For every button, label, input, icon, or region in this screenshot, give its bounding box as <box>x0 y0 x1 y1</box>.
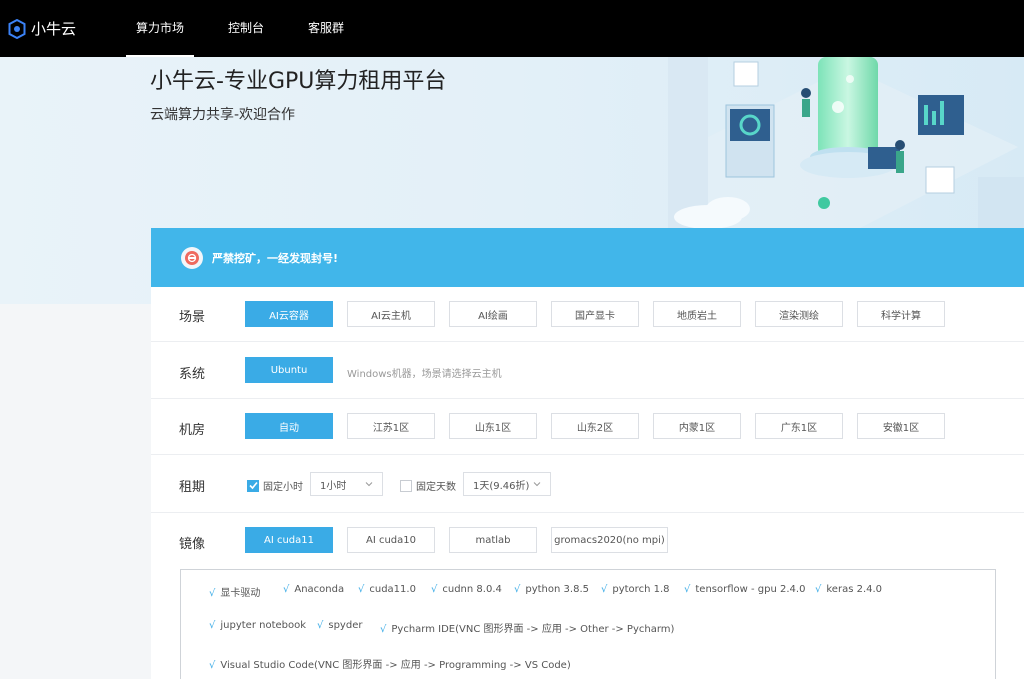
room-option-neimeng-1[interactable]: 内蒙1区 <box>653 413 741 439</box>
notice-bar: 严禁挖矿，一经发现封号! <box>151 228 1024 287</box>
scene-option-ai-container[interactable]: AI云容器 <box>245 301 333 327</box>
scene-option-ai-painting[interactable]: AI绘画 <box>449 301 537 327</box>
divider <box>151 398 1024 399</box>
software-item: √ cudnn 8.0.4 <box>431 584 502 595</box>
daily-label: 固定天数 <box>416 482 456 493</box>
config-card: 严禁挖矿，一经发现封号! 场景 AI云容器 AI云主机 AI绘画 国产显卡 地质… <box>151 228 1024 679</box>
software-item: √ cuda11.0 <box>358 584 416 595</box>
checkbox-empty-icon <box>400 479 412 492</box>
check-icon: √ <box>684 584 691 595</box>
brand-logo[interactable]: 小牛云 <box>8 18 76 39</box>
hourly-label: 固定小时 <box>263 482 303 493</box>
nav-console[interactable]: 控制台 <box>228 0 264 57</box>
check-icon: √ <box>209 588 216 599</box>
image-label: 镜像 <box>179 537 206 552</box>
daily-select[interactable]: 1天(9.46折) <box>463 472 551 496</box>
check-icon: √ <box>601 584 608 595</box>
daily-value: 1天(9.46折) <box>473 480 530 492</box>
check-icon: √ <box>317 620 324 631</box>
chevron-down-icon <box>365 482 373 487</box>
check-icon: √ <box>431 584 438 595</box>
scene-option-domestic-gpu[interactable]: 国产显卡 <box>551 301 639 327</box>
datacenter-illustration <box>668 57 1024 229</box>
software-item: √ spyder <box>317 620 363 631</box>
software-item: √ Visual Studio Code(VNC 图形界面 -> 应用 -> Pr… <box>209 660 571 671</box>
software-item: √ keras 2.4.0 <box>815 584 883 595</box>
room-label: 机房 <box>179 423 206 438</box>
system-label: 系统 <box>179 367 206 382</box>
check-icon: √ <box>209 660 216 671</box>
check-icon: √ <box>514 584 521 595</box>
daily-checkbox[interactable]: 固定天数 <box>400 478 456 493</box>
software-item: √ 显卡驱动 <box>209 588 261 599</box>
room-option-shandong-1[interactable]: 山东1区 <box>449 413 537 439</box>
room-option-guangdong-1[interactable]: 广东1区 <box>755 413 843 439</box>
room-option-jiangsu-1[interactable]: 江苏1区 <box>347 413 435 439</box>
image-option-gromacs[interactable]: gromacs2020(no mpi) <box>551 527 668 553</box>
scene-option-render-survey[interactable]: 渲染测绘 <box>755 301 843 327</box>
divider <box>151 454 1024 455</box>
divider <box>151 512 1024 513</box>
warning-icon <box>181 246 203 269</box>
software-list: √ 显卡驱动 √ Anaconda √ cuda11.0 √ cudnn 8.0.4 √… <box>180 569 996 679</box>
nav-compute-market[interactable]: 算力市场 <box>126 0 195 57</box>
software-item: √ Anaconda <box>283 584 345 595</box>
software-item: √ pytorch 1.8 <box>601 584 670 595</box>
scene-option-geotech[interactable]: 地质岩土 <box>653 301 741 327</box>
check-icon: √ <box>815 584 822 595</box>
divider <box>151 341 1024 342</box>
hourly-select[interactable]: 1小时 <box>310 472 383 496</box>
software-item: √ python 3.8.5 <box>514 584 589 595</box>
system-option-ubuntu[interactable]: Ubuntu <box>245 357 333 383</box>
notice-text: 严禁挖矿，一经发现封号! <box>212 251 339 265</box>
software-item: √ Pycharm IDE(VNC 图形界面 -> 应用 -> Other -> … <box>380 624 675 635</box>
hourly-checkbox[interactable]: 固定小时 <box>247 478 303 493</box>
scene-option-ai-host[interactable]: AI云主机 <box>347 301 435 327</box>
nav-support-group[interactable]: 客服群 <box>308 0 344 57</box>
check-icon: √ <box>358 584 365 595</box>
software-item: √ tensorflow - gpu 2.4.0 <box>684 584 806 595</box>
image-option-cuda10[interactable]: AI cuda10 <box>347 527 435 553</box>
page-title: 小牛云-专业GPU算力租用平台 <box>150 69 447 94</box>
image-option-cuda11[interactable]: AI cuda11 <box>245 527 333 553</box>
scene-option-scientific[interactable]: 科学计算 <box>857 301 945 327</box>
software-item: √ jupyter notebook <box>209 620 307 631</box>
check-icon: √ <box>283 584 290 595</box>
check-icon: √ <box>209 620 216 631</box>
chevron-down-icon <box>533 482 541 487</box>
check-icon <box>247 479 259 492</box>
cloud-logo-icon <box>8 18 26 39</box>
room-option-auto[interactable]: 自动 <box>245 413 333 439</box>
check-icon: √ <box>380 624 387 635</box>
system-hint: Windows机器，场景请选择云主机 <box>347 369 502 380</box>
page-subtitle: 云端算力共享-欢迎合作 <box>150 107 296 123</box>
room-option-shandong-2[interactable]: 山东2区 <box>551 413 639 439</box>
brand-name: 小牛云 <box>31 20 77 38</box>
image-option-matlab[interactable]: matlab <box>449 527 537 553</box>
rent-label: 租期 <box>179 480 206 495</box>
main-nav: 算力市场 控制台 客服群 <box>126 0 388 57</box>
top-navbar: 小牛云 算力市场 控制台 客服群 <box>0 0 1024 57</box>
room-option-anhui-1[interactable]: 安徽1区 <box>857 413 945 439</box>
scene-label: 场景 <box>179 310 206 325</box>
hourly-value: 1小时 <box>320 480 347 492</box>
